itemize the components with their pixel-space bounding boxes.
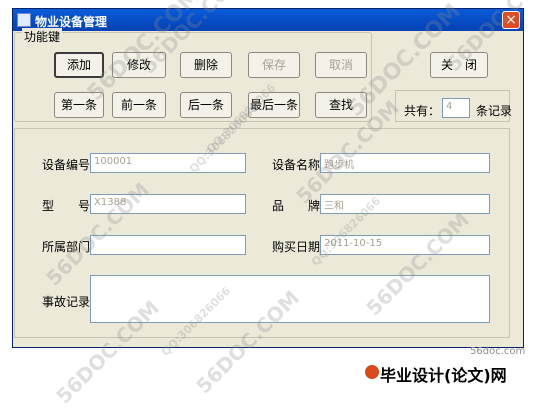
- brand-input[interactable]: 三和: [320, 194, 490, 214]
- save-button[interactable]: 保存: [248, 52, 300, 78]
- model-label: 型 号: [42, 199, 91, 213]
- footer-site-watermark: 56doc.com: [470, 346, 526, 357]
- app-icon: [17, 13, 31, 27]
- equipment-no-input[interactable]: 100001: [90, 153, 246, 173]
- delete-button[interactable]: 删除: [180, 52, 232, 78]
- equipment-no-label: 设备编号: [42, 158, 91, 172]
- footer-logo-icon: [365, 365, 379, 379]
- record-count-suffix: 条记录: [476, 104, 513, 118]
- footer-logo: 毕业设计(论文)网: [380, 366, 507, 385]
- department-input[interactable]: [90, 235, 246, 255]
- incident-record-label: 事故记录: [42, 295, 91, 309]
- purchase-date-label: 购买日期: [272, 240, 321, 254]
- next-record-button[interactable]: 后一条: [180, 92, 232, 118]
- previous-record-button[interactable]: 前一条: [112, 92, 166, 118]
- function-keys-legend: 功能键: [22, 28, 63, 45]
- cancel-button[interactable]: 取消: [315, 52, 367, 78]
- record-count-value: 4: [442, 98, 470, 118]
- record-count-prefix: 共有：: [404, 104, 441, 118]
